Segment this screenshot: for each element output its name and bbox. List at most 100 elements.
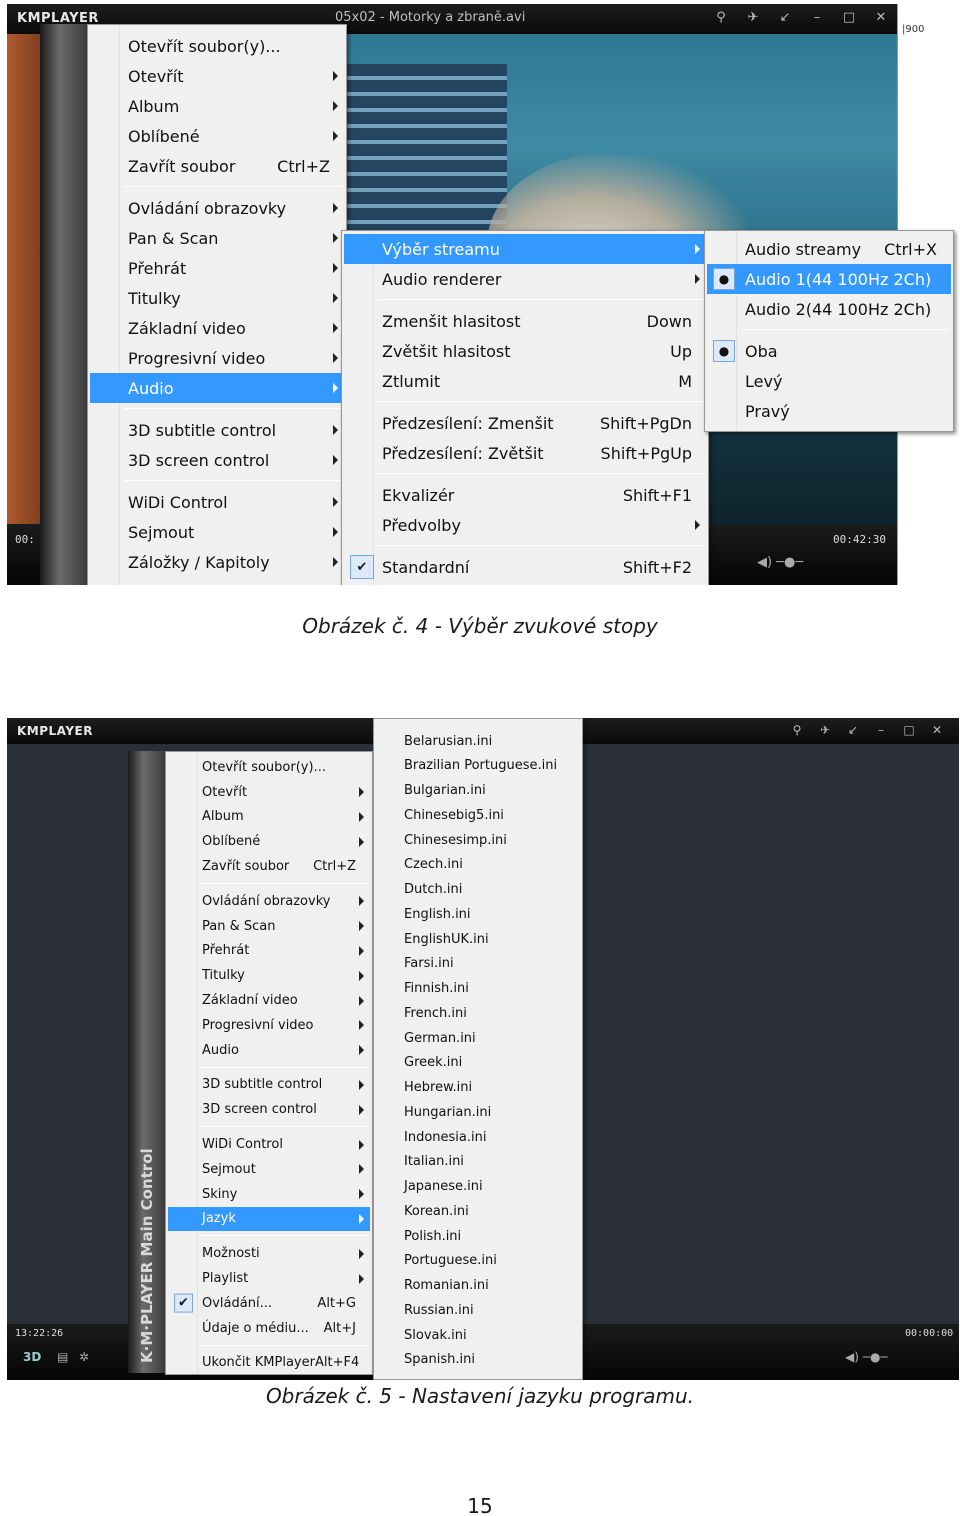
language-item-greek-ini[interactable]: Greek.ini (376, 1051, 580, 1075)
search-icon[interactable]: ⚲ (789, 723, 805, 737)
pin-icon[interactable]: ✈ (817, 723, 833, 737)
3d-button[interactable]: 3D (23, 1350, 41, 1364)
maximize-icon[interactable]: □ (901, 723, 917, 737)
volume-icon[interactable]: ◀) ─●─ (757, 555, 803, 570)
language-item-bulgarian-ini[interactable]: Bulgarian.ini (376, 779, 580, 803)
menu-item-zmensit-hlasitost[interactable]: Zmenšit hlasitost Down (344, 306, 706, 336)
playlist-icon[interactable]: ▤ (57, 1350, 68, 1364)
menu-item-predzesileni-zmensit[interactable]: Předzesílení: Zmenšit Shift+PgDn (344, 408, 706, 438)
menu-item-oblibene[interactable]: Oblíbené (90, 121, 344, 151)
close-icon[interactable]: ✕ (873, 10, 889, 25)
language-item-farsi-ini[interactable]: Farsi.ini (376, 952, 580, 976)
restore-arrow-icon[interactable]: ↙ (777, 10, 793, 25)
language-item-slovak-ini[interactable]: Slovak.ini (376, 1323, 580, 1347)
menu-item-audio[interactable]: Audio (168, 1038, 370, 1063)
language-item-indonesia-ini[interactable]: Indonesia.ini (376, 1125, 580, 1149)
language-item-dutch-ini[interactable]: Dutch.ini (376, 878, 580, 902)
menu-item-3d-screen-control[interactable]: 3D screen control (90, 445, 344, 475)
menu-item-otevrit[interactable]: Otevřít (90, 61, 344, 91)
minimize-icon[interactable]: – (873, 723, 889, 737)
language-item-korean-ini[interactable]: Korean.ini (376, 1199, 580, 1223)
menu-item-3d-subtitle-control[interactable]: 3D subtitle control (90, 415, 344, 445)
menu-item-moznosti[interactable]: Možnosti (168, 1241, 370, 1266)
language-item-portuguese-ini[interactable]: Portuguese.ini (376, 1249, 580, 1273)
menu-item-pan-scan[interactable]: Pan & Scan (90, 223, 344, 253)
menu-item-label: Audio 1(44 100Hz 2Ch) (745, 269, 932, 289)
menu-item-3d-screen-control[interactable]: 3D screen control (168, 1097, 370, 1122)
menu-item-audio-1-44-100hz-2ch[interactable]: Audio 1(44 100Hz 2Ch) ● (707, 264, 951, 294)
menu-item-progresivni-video[interactable]: Progresivní video (90, 343, 344, 373)
menu-item-prehrat[interactable]: Přehrát (168, 939, 370, 964)
menu-item-zavrit-soubor[interactable]: Zavřít soubor Ctrl+Z (90, 151, 344, 181)
menu-item-zakladni-video[interactable]: Základní video (168, 988, 370, 1013)
menu-item-progresivni-video[interactable]: Progresivní video (168, 1013, 370, 1038)
menu-item-udaje-o-mediu[interactable]: Údaje o médiu... Alt+J (168, 1316, 370, 1341)
volume-icon[interactable]: ◀) ─●─ (845, 1350, 888, 1364)
pin-icon[interactable]: ✈ (745, 10, 761, 25)
search-icon[interactable]: ⚲ (713, 10, 729, 25)
menu-item-3d-subtitle-control[interactable]: 3D subtitle control (168, 1073, 370, 1098)
language-item-chinesesimp-ini[interactable]: Chinesesimp.ini (376, 828, 580, 852)
close-icon[interactable]: ✕ (929, 723, 945, 737)
menu-item-vyber-streamu[interactable]: Výběr streamu (344, 234, 706, 264)
menu-item-sejmout[interactable]: Sejmout (90, 517, 344, 547)
menu-item-audio[interactable]: Audio (90, 373, 344, 403)
menu-item-audio-2-44-100hz-2ch[interactable]: Audio 2(44 100Hz 2Ch) (707, 294, 951, 324)
language-item-chinesebig5-ini[interactable]: Chinesebig5.ini (376, 803, 580, 827)
menu-item-jazyk[interactable]: Jazyk (168, 1206, 370, 1232)
menu-item-prehrat[interactable]: Přehrát (90, 253, 344, 283)
menu-item-skiny[interactable]: Skiny (168, 1182, 370, 1207)
menu-item-otevrit-soubor-y[interactable]: Otevřít soubor(y)... (90, 31, 344, 61)
language-item-englishuk-ini[interactable]: EnglishUK.ini (376, 927, 580, 951)
language-item-italian-ini[interactable]: Italian.ini (376, 1150, 580, 1174)
menu-item-ovladani[interactable]: Ovládání... Alt+G ✔ (168, 1291, 370, 1316)
language-item-polish-ini[interactable]: Polish.ini (376, 1224, 580, 1248)
menu-item-levy[interactable]: Levý (707, 366, 951, 396)
menu-item-titulky[interactable]: Titulky (168, 963, 370, 988)
menu-item-album[interactable]: Album (168, 805, 370, 830)
menu-item-widi-control[interactable]: WiDi Control (90, 487, 344, 517)
maximize-icon[interactable]: □ (841, 10, 857, 25)
language-item-belarusian-ini[interactable]: Belarusian.ini (376, 729, 580, 753)
restore-arrow-icon[interactable]: ↙ (845, 723, 861, 737)
language-item-hungarian-ini[interactable]: Hungarian.ini (376, 1100, 580, 1124)
language-item-finnish-ini[interactable]: Finnish.ini (376, 977, 580, 1001)
language-item-russian-ini[interactable]: Russian.ini (376, 1298, 580, 1322)
menu-item-album[interactable]: Album (90, 91, 344, 121)
language-item-english-ini[interactable]: English.ini (376, 902, 580, 926)
language-item-brazilian-portuguese-ini[interactable]: Brazilian Portuguese.ini (376, 754, 580, 778)
menu-item-oba[interactable]: Oba ● (707, 336, 951, 366)
language-item-japanese-ini[interactable]: Japanese.ini (376, 1175, 580, 1199)
menu-item-pravy[interactable]: Pravý (707, 396, 951, 426)
menu-item-zavrit-soubor[interactable]: Zavřít soubor Ctrl+Z (168, 854, 370, 879)
language-item-hebrew-ini[interactable]: Hebrew.ini (376, 1076, 580, 1100)
menu-item-titulky[interactable]: Titulky (90, 283, 344, 313)
minimize-icon[interactable]: – (809, 10, 825, 25)
menu-item-ztlumit[interactable]: Ztlumit M (344, 366, 706, 396)
menu-item-widi-control[interactable]: WiDi Control (168, 1132, 370, 1157)
menu-item-otevrit-soubor-y[interactable]: Otevřít soubor(y)... (168, 755, 370, 780)
menu-item-sejmout[interactable]: Sejmout (168, 1157, 370, 1182)
menu-item-standardni[interactable]: Standardní Shift+F2 ✔ (344, 552, 706, 582)
menu-item-pan-scan[interactable]: Pan & Scan (168, 914, 370, 939)
settings-gear-icon[interactable]: ✲ (79, 1350, 89, 1364)
language-item-romanian-ini[interactable]: Romanian.ini (376, 1274, 580, 1298)
menu-item-otevrit[interactable]: Otevřít (168, 780, 370, 805)
menu-item-ukoncit-kmplayer[interactable]: Ukončit KMPlayer Alt+F4 (168, 1351, 370, 1376)
menu-item-oblibene[interactable]: Oblíbené (168, 829, 370, 854)
menu-item-zvetsit-hlasitost[interactable]: Zvětšit hlasitost Up (344, 336, 706, 366)
menu-item-predzesileni-zvetsit[interactable]: Předzesílení: Zvětšit Shift+PgUp (344, 438, 706, 468)
menu-item-audio-renderer[interactable]: Audio renderer (344, 264, 706, 294)
menu-item-predvolby[interactable]: Předvolby (344, 510, 706, 540)
language-item-spanish-ini[interactable]: Spanish.ini (376, 1348, 580, 1372)
menu-item-ovladani-obrazovky[interactable]: Ovládání obrazovky (168, 889, 370, 914)
menu-item-audio-streamy[interactable]: Audio streamy Ctrl+X (707, 234, 951, 264)
menu-item-ovladani-obrazovky[interactable]: Ovládání obrazovky (90, 193, 344, 223)
language-item-german-ini[interactable]: German.ini (376, 1026, 580, 1050)
menu-item-playlist[interactable]: Playlist (168, 1266, 370, 1291)
language-item-french-ini[interactable]: French.ini (376, 1001, 580, 1025)
language-item-czech-ini[interactable]: Czech.ini (376, 853, 580, 877)
menu-item-zalozky-kapitoly[interactable]: Záložky / Kapitoly (90, 547, 344, 577)
menu-item-ekvalizer[interactable]: Ekvalizér Shift+F1 (344, 480, 706, 510)
menu-item-zakladni-video[interactable]: Základní video (90, 313, 344, 343)
